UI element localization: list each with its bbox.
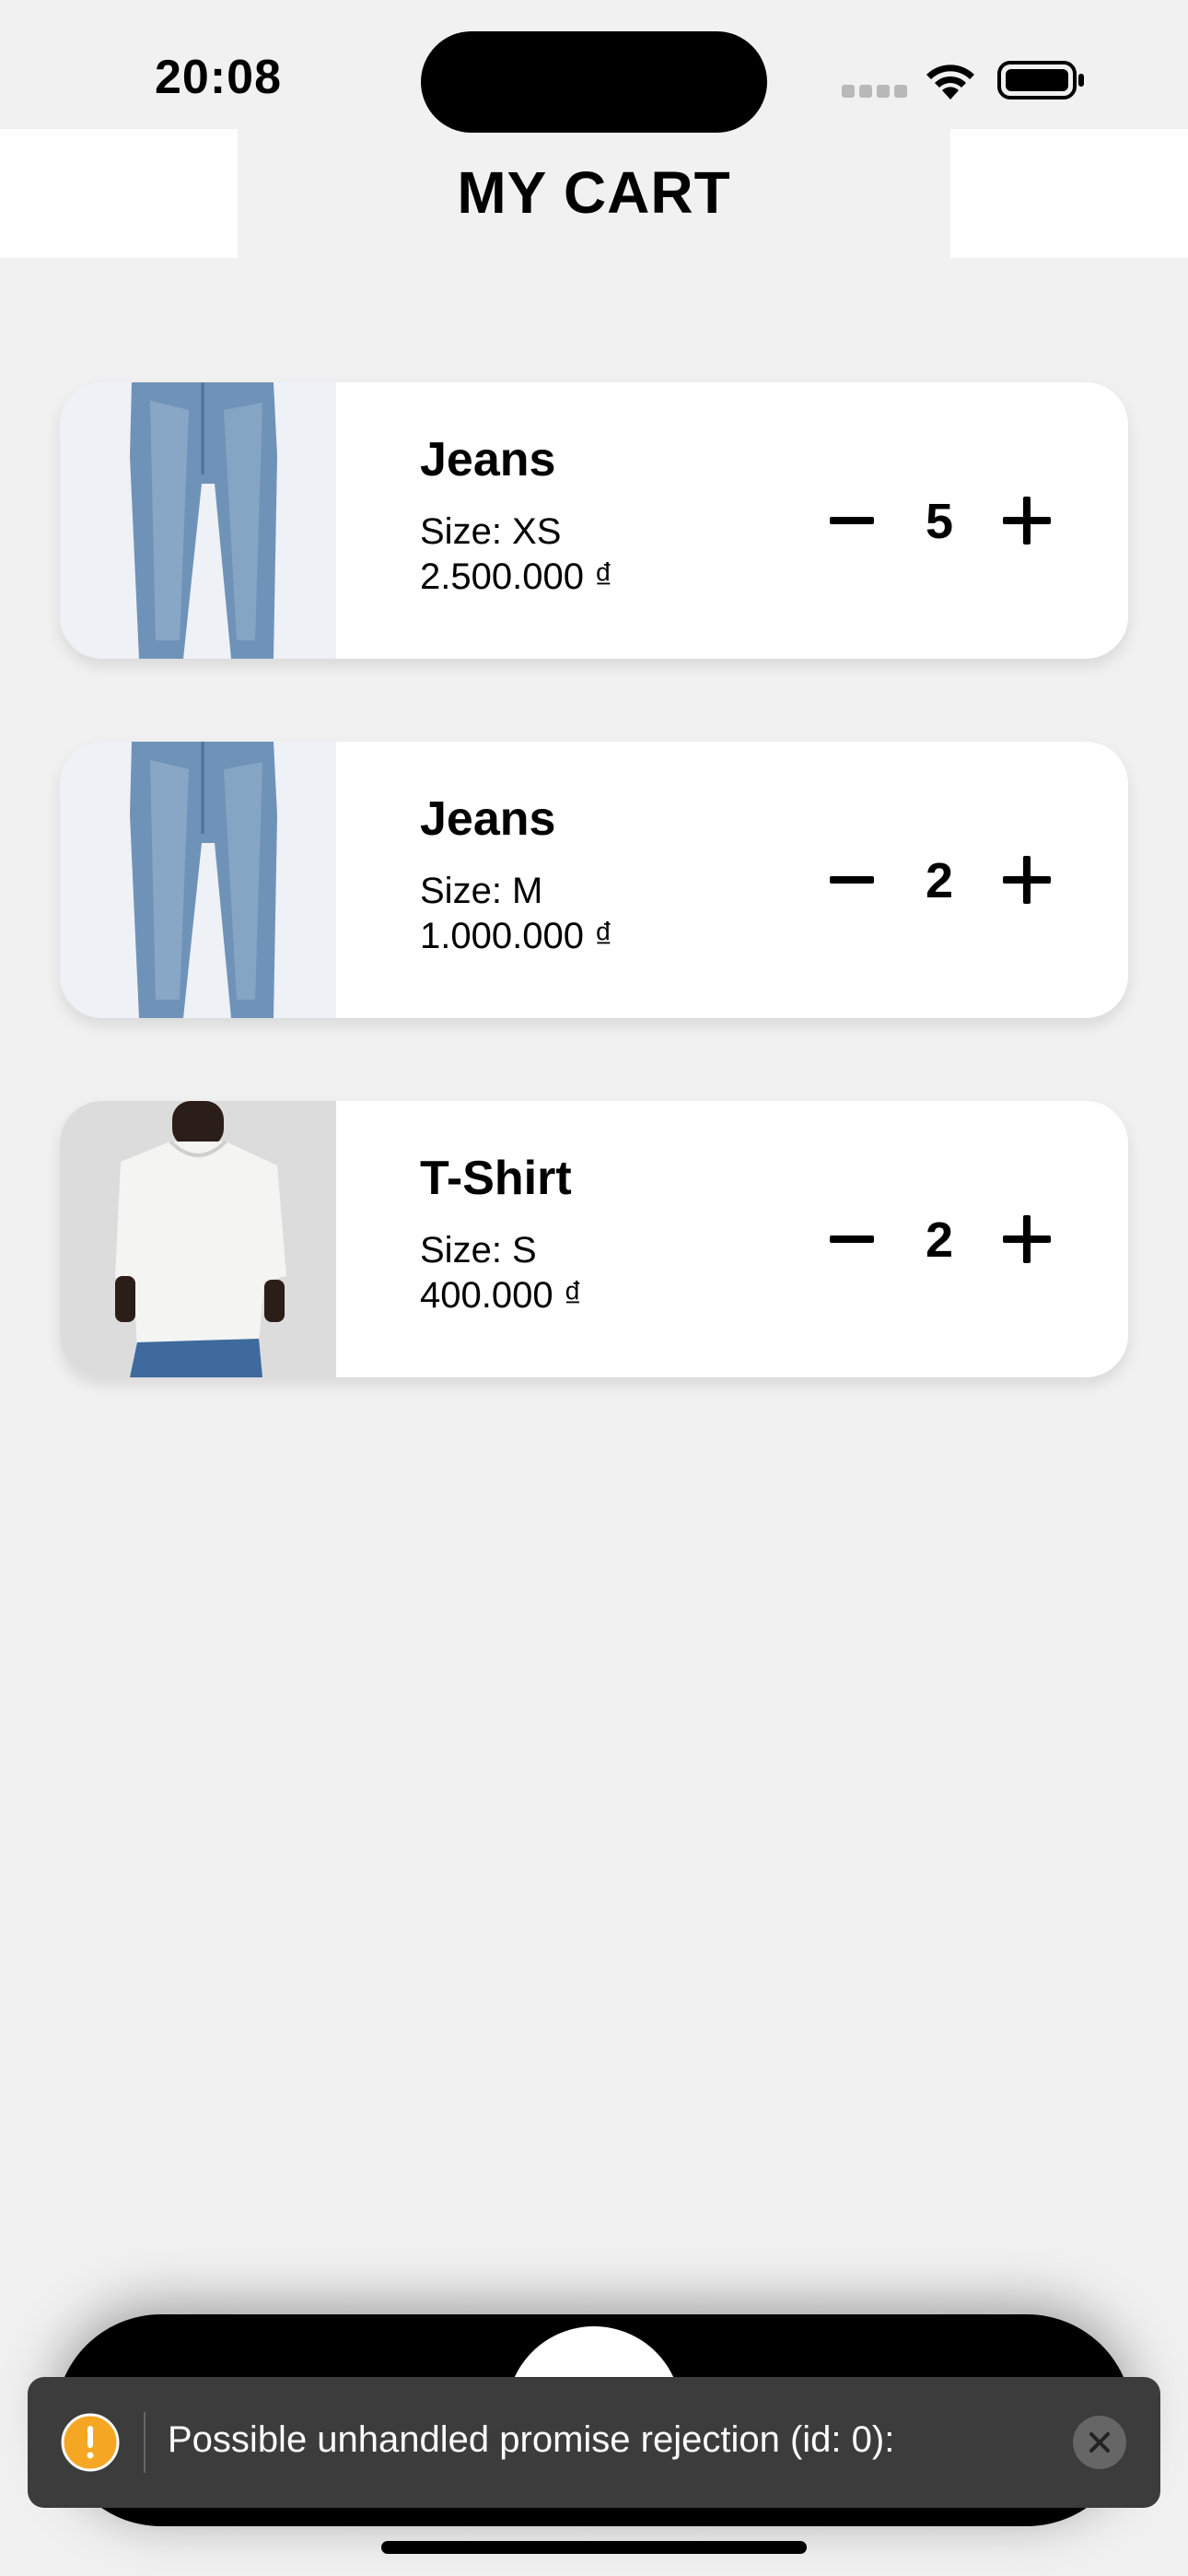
cellular-signal-icon [842, 85, 908, 98]
increase-quantity-button[interactable] [990, 1202, 1064, 1276]
status-time: 20:08 [155, 51, 282, 104]
item-price: 2.500.000 ₫ [420, 556, 613, 597]
item-name: Jeans [420, 792, 556, 846]
cart-item[interactable]: Jeans Size: XS 2.500.000 ₫ 5 [60, 382, 1128, 659]
close-icon[interactable] [1072, 2415, 1127, 2470]
dynamic-island [421, 31, 767, 133]
decrease-quantity-button[interactable] [815, 484, 889, 557]
increase-quantity-button[interactable] [990, 843, 1064, 917]
cart-item[interactable]: Jeans Size: M 1.000.000 ₫ 2 [60, 742, 1128, 1018]
item-name: T-Shirt [420, 1152, 572, 1205]
item-info: T-Shirt Size: S 400.000 ₫ [420, 1151, 582, 1317]
quantity-value: 2 [925, 853, 954, 908]
decrease-quantity-button[interactable] [815, 1202, 889, 1276]
item-info: Jeans Size: M 1.000.000 ₫ [420, 791, 613, 957]
quantity-value: 5 [925, 494, 954, 549]
wifi-icon [926, 64, 974, 100]
item-size: Size: M [420, 871, 543, 911]
quantity-value: 2 [925, 1212, 954, 1268]
cart-item[interactable]: T-Shirt Size: S 400.000 ₫ 2 [60, 1101, 1128, 1377]
tshirt-image [60, 1101, 336, 1377]
item-price: 1.000.000 ₫ [420, 916, 613, 956]
warning-icon [61, 2413, 120, 2472]
item-price: 400.000 ₫ [420, 1275, 583, 1316]
item-info: Jeans Size: XS 2.500.000 ₫ [420, 432, 613, 598]
toast-divider [144, 2412, 146, 2473]
item-name: Jeans [420, 433, 556, 486]
home-indicator [381, 2541, 807, 2554]
toast-message: Possible unhandled promise rejection (id… [168, 2419, 895, 2460]
decrease-quantity-button[interactable] [815, 843, 889, 917]
item-size: Size: XS [420, 511, 562, 552]
item-size: Size: S [420, 1230, 537, 1270]
page-title: MY CART [457, 159, 731, 226]
increase-quantity-button[interactable] [990, 484, 1064, 557]
jeans-image [60, 382, 336, 659]
battery-icon [997, 61, 1084, 100]
jeans-image [60, 742, 336, 1018]
error-toast[interactable]: Possible unhandled promise rejection (id… [28, 2377, 1160, 2508]
